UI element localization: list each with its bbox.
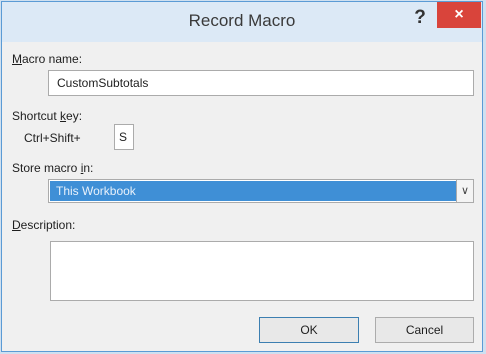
store-label-prefix: Store macro: [12, 161, 81, 175]
record-macro-dialog: Record Macro ? × Macro name: CustomSubto…: [1, 1, 483, 352]
description-field[interactable]: [50, 241, 474, 301]
chevron-down-icon[interactable]: ∨: [456, 180, 473, 202]
shortcut-modifier-text: Ctrl+Shift+: [24, 131, 81, 145]
shortcut-key-field[interactable]: S: [114, 124, 134, 150]
description-label-rest: escription:: [20, 218, 76, 232]
store-macro-dropdown[interactable]: This Workbook ∨: [48, 179, 474, 203]
store-macro-label: Store macro in:: [12, 161, 93, 175]
macro-name-label-rest: acro name:: [22, 52, 83, 66]
shortcut-label-prefix: Shortcut: [12, 109, 61, 123]
store-macro-selected[interactable]: This Workbook: [50, 181, 460, 201]
shortcut-key-label: Shortcut key:: [12, 109, 82, 123]
description-mnemonic: D: [12, 218, 21, 232]
macro-name-mnemonic: M: [12, 52, 22, 66]
title-bar[interactable]: Record Macro ? ×: [2, 2, 482, 42]
shortcut-label-suffix: ey:: [66, 109, 83, 123]
macro-name-field[interactable]: CustomSubtotals: [48, 70, 474, 96]
close-icon[interactable]: ×: [437, 2, 481, 28]
description-label: Description:: [12, 218, 75, 232]
cancel-button[interactable]: Cancel: [375, 317, 474, 343]
store-label-suffix: n:: [83, 161, 94, 175]
macro-name-label: Macro name:: [12, 52, 82, 66]
help-icon[interactable]: ?: [409, 6, 431, 30]
ok-button[interactable]: OK: [259, 317, 359, 343]
